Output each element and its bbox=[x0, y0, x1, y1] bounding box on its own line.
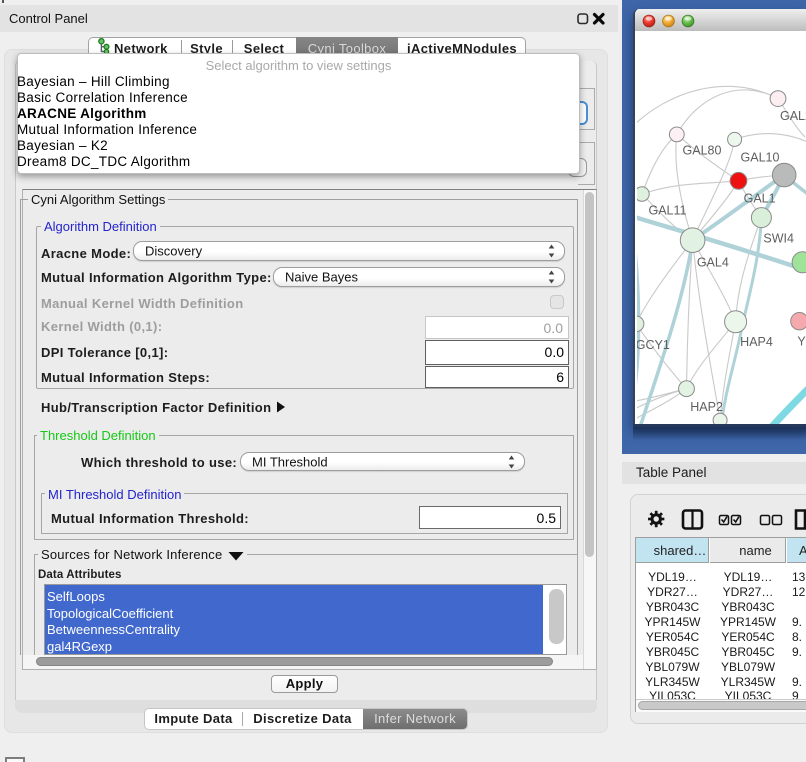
svg-text:GAL4: GAL4 bbox=[697, 255, 729, 269]
svg-text:HAP2: HAP2 bbox=[690, 400, 723, 414]
svg-text:GAL1: GAL1 bbox=[744, 192, 776, 206]
svg-text:GAL11: GAL11 bbox=[649, 204, 687, 218]
svg-text:GAL2: GAL2 bbox=[780, 109, 806, 123]
svg-text:HAP4: HAP4 bbox=[740, 335, 773, 349]
svg-text:GAL80: GAL80 bbox=[683, 143, 722, 157]
svg-text:GAL10: GAL10 bbox=[741, 151, 780, 165]
svg-text:GCY1: GCY1 bbox=[637, 338, 670, 352]
svg-text:SWI4: SWI4 bbox=[763, 232, 794, 246]
svg-text:YM: YM bbox=[797, 334, 806, 348]
